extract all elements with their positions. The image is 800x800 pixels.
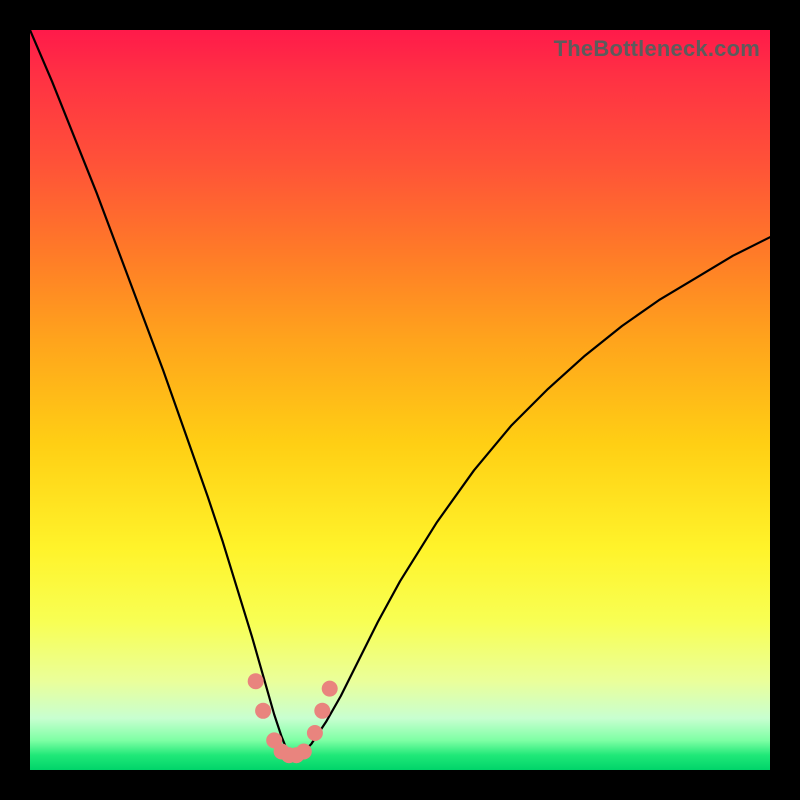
attribution-text: TheBottleneck.com [554, 36, 760, 62]
curve-marker [322, 681, 338, 697]
curve-marker [255, 703, 271, 719]
bottleneck-curve [30, 30, 770, 770]
chart-frame: TheBottleneck.com [0, 0, 800, 800]
curve-marker [296, 744, 312, 760]
curve-marker [314, 703, 330, 719]
plot-area: TheBottleneck.com [30, 30, 770, 770]
curve-marker [248, 673, 264, 689]
curve-marker [307, 725, 323, 741]
